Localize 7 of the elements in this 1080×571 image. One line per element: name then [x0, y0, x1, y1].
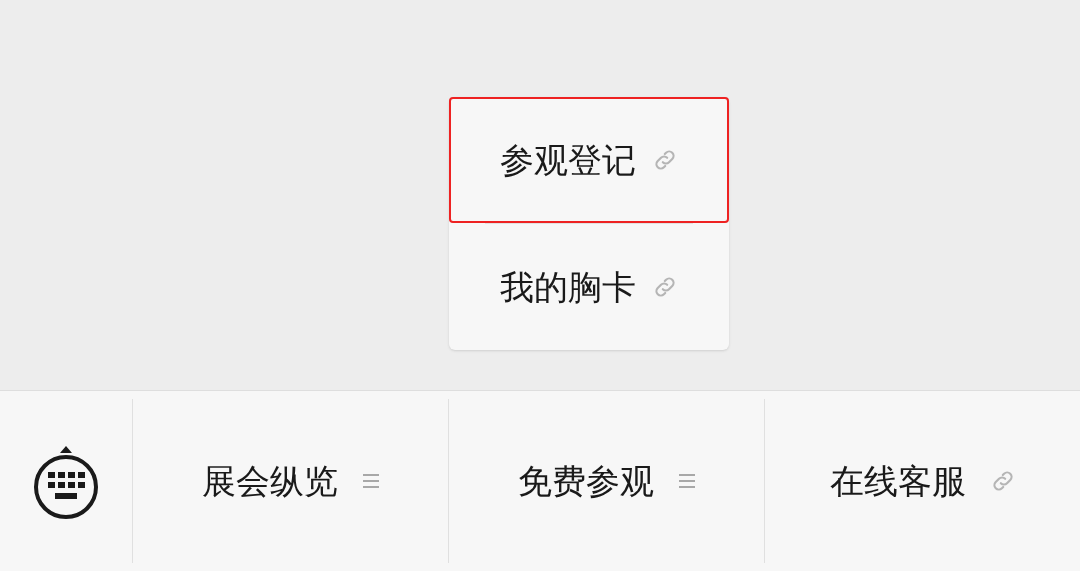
- menu-bar-item[interactable]: 展会纵览: [133, 399, 449, 563]
- menu-icon: [677, 472, 696, 490]
- menu-icon: [361, 472, 380, 490]
- submenu-item[interactable]: 参观登记: [448, 97, 729, 223]
- menu-bar-item[interactable]: 在线客服: [765, 399, 1080, 563]
- menu-bar-item[interactable]: 免费参观: [449, 399, 765, 563]
- submenu-item[interactable]: 我的胸卡: [448, 224, 729, 350]
